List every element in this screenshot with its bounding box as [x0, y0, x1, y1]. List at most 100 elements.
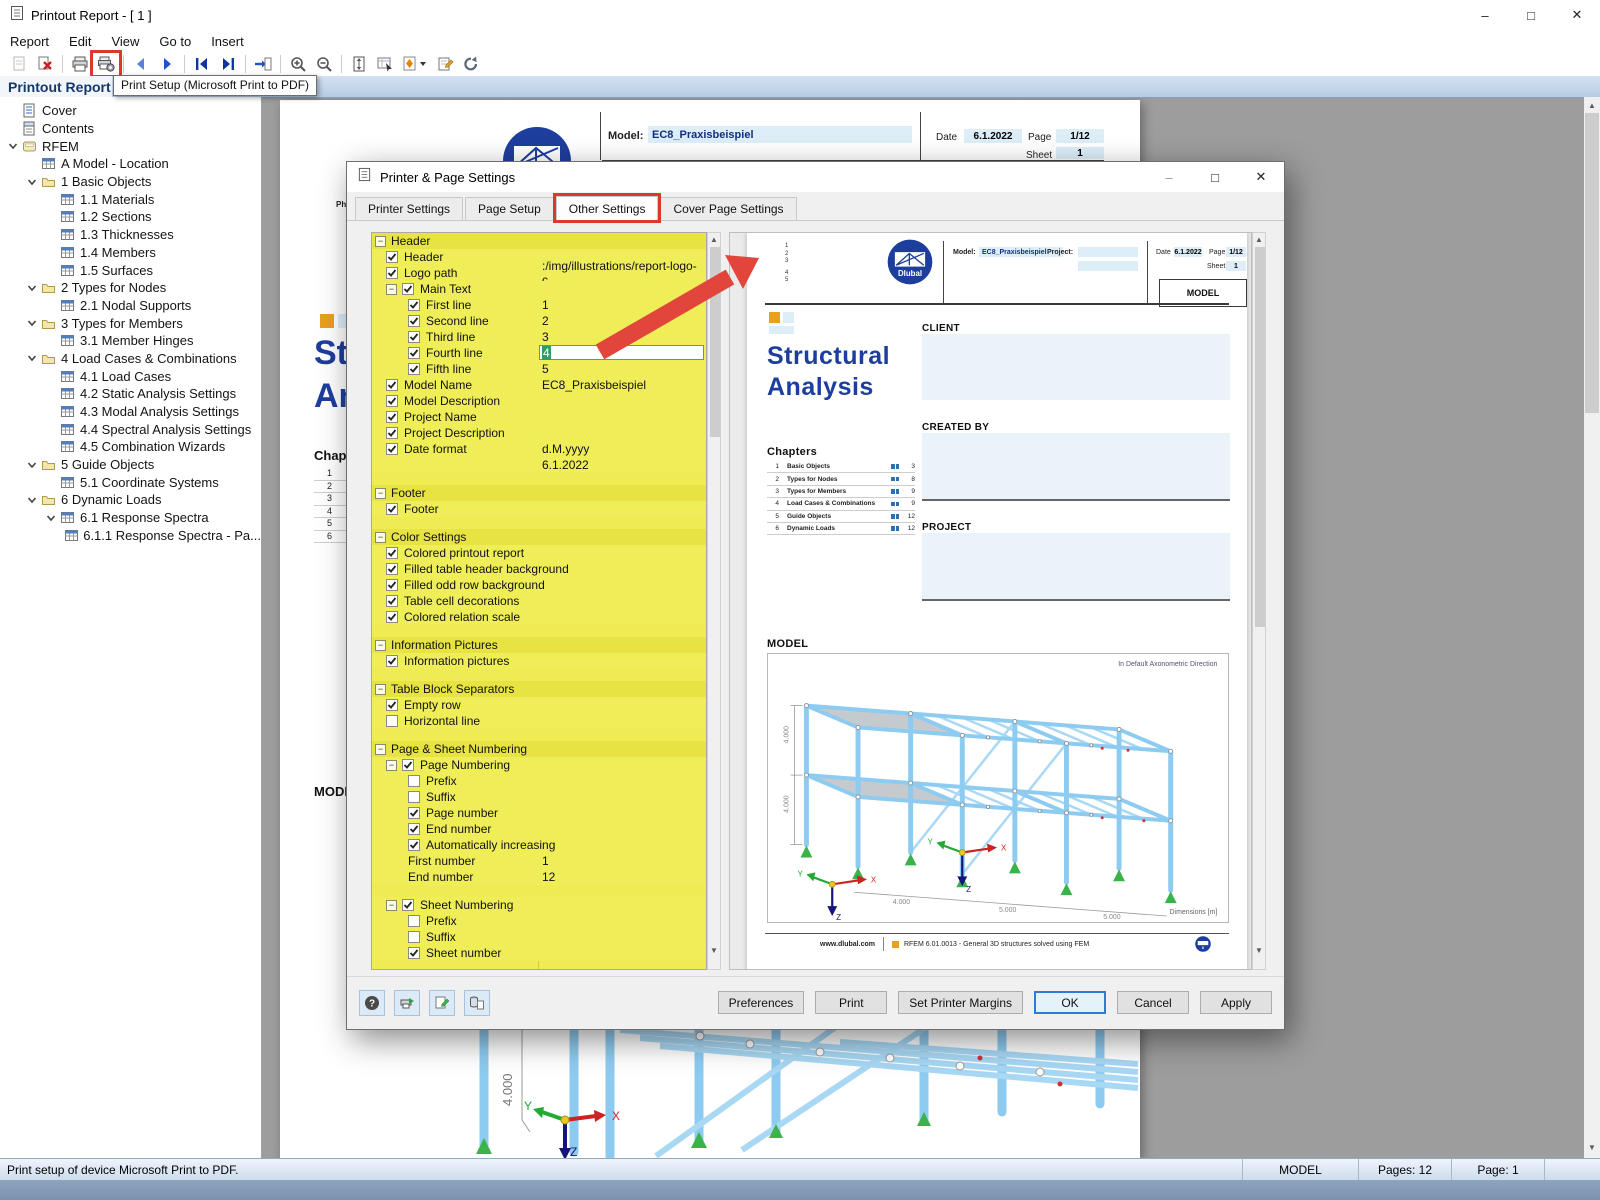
- tree-item-4-1-load-cases[interactable]: 4.1 Load Cases: [0, 367, 261, 385]
- tree-item-1-2-sections[interactable]: 1.2 Sections: [0, 208, 261, 226]
- tab-page-setup[interactable]: Page Setup: [465, 197, 554, 220]
- tree-item-1-4-members[interactable]: 1.4 Members: [0, 244, 261, 262]
- chevron-down-icon[interactable]: [25, 495, 39, 505]
- scroll-up-arrow[interactable]: ▲: [1584, 97, 1600, 113]
- close-button[interactable]: ✕: [1554, 0, 1600, 30]
- menu-view[interactable]: View: [101, 32, 149, 51]
- checkbox-checked[interactable]: [386, 395, 398, 407]
- open-preview-button[interactable]: [6, 53, 32, 75]
- settings-row-end-number[interactable]: End number12: [372, 869, 706, 885]
- tree-item-4-5-combination-wizards[interactable]: 4.5 Combination Wizards: [0, 438, 261, 456]
- help-button[interactable]: ?: [359, 990, 385, 1016]
- tree-item-1-basic-objects[interactable]: 1 Basic Objects: [0, 173, 261, 191]
- tree-item-3-types-for-members[interactable]: 3 Types for Members: [0, 314, 261, 332]
- settings-section-color-settings[interactable]: −Color Settings: [372, 529, 706, 545]
- collapse-icon[interactable]: −: [375, 684, 386, 695]
- checkbox-checked[interactable]: [386, 655, 398, 667]
- scroll-thumb[interactable]: [1255, 247, 1265, 627]
- settings-row-second-line[interactable]: Second line2: [372, 313, 706, 329]
- collapse-icon[interactable]: −: [386, 284, 397, 295]
- settings-section-information-pictures[interactable]: −Information Pictures: [372, 637, 706, 653]
- settings-row-main-text[interactable]: −Main Text: [372, 281, 706, 297]
- print-button[interactable]: [67, 53, 93, 75]
- setting-value[interactable]: 5: [542, 361, 549, 377]
- checkbox-checked[interactable]: [386, 503, 398, 515]
- menu-report[interactable]: Report: [0, 32, 59, 51]
- settings-row-sheet-number[interactable]: Sheet number: [372, 945, 706, 961]
- first-page-button[interactable]: [189, 53, 215, 75]
- collapse-icon[interactable]: −: [375, 640, 386, 651]
- settings-scrollbar[interactable]: ▲ ▼: [707, 232, 721, 970]
- preferences-button[interactable]: Preferences: [718, 991, 805, 1014]
- chevron-down-icon[interactable]: [44, 513, 58, 523]
- settings-row-model-description[interactable]: Model Description: [372, 393, 706, 409]
- settings-row-end-number[interactable]: End number: [372, 821, 706, 837]
- checkbox-checked[interactable]: [402, 759, 414, 771]
- settings-row-fourth-line[interactable]: Fourth line4: [372, 345, 706, 361]
- printer-options-button[interactable]: [394, 990, 420, 1016]
- setting-value[interactable]: 6.1.2022: [542, 457, 589, 473]
- tab-printout-report[interactable]: Printout Report: [0, 76, 112, 97]
- zoom-in-button[interactable]: [285, 53, 311, 75]
- settings-row-horizontal-line[interactable]: Horizontal line: [372, 713, 706, 729]
- checkbox-checked[interactable]: [386, 595, 398, 607]
- checkbox-checked[interactable]: [386, 251, 398, 263]
- checkbox-checked[interactable]: [408, 363, 420, 375]
- settings-row-filled-table-header-background[interactable]: Filled table header background: [372, 561, 706, 577]
- scroll-down-arrow[interactable]: ▼: [708, 944, 720, 957]
- dialog-close-button[interactable]: ✕: [1238, 162, 1284, 192]
- checkbox-checked[interactable]: [408, 315, 420, 327]
- settings-row-first-number[interactable]: First number1: [372, 853, 706, 869]
- settings-row-suffix[interactable]: Suffix: [372, 789, 706, 805]
- settings-row-project-name[interactable]: Project Name: [372, 409, 706, 425]
- refresh-button[interactable]: [458, 53, 484, 75]
- tree-item-5-guide-objects[interactable]: 5 Guide Objects: [0, 456, 261, 474]
- last-page-button[interactable]: [215, 53, 241, 75]
- maximize-button[interactable]: □: [1508, 0, 1554, 30]
- settings-row-value[interactable]: 6.1.2022: [372, 457, 706, 473]
- settings-section-footer[interactable]: −Footer: [372, 485, 706, 501]
- value-edit-field[interactable]: 4: [539, 345, 704, 360]
- scroll-thumb[interactable]: [710, 247, 720, 437]
- print-setup-button[interactable]: [93, 53, 119, 75]
- scroll-up-arrow[interactable]: ▲: [708, 233, 720, 246]
- checkbox-unchecked[interactable]: [408, 931, 420, 943]
- checkbox-checked[interactable]: [386, 411, 398, 423]
- collapse-icon[interactable]: −: [386, 900, 397, 911]
- settings-row-automatically-increasing[interactable]: Automatically increasing: [372, 837, 706, 853]
- fit-page-button[interactable]: [346, 53, 372, 75]
- settings-row-third-line[interactable]: Third line3: [372, 329, 706, 345]
- checkbox-unchecked[interactable]: [408, 775, 420, 787]
- dialog-maximize-button[interactable]: □: [1192, 162, 1238, 192]
- checkbox-checked[interactable]: [408, 839, 420, 851]
- collapse-icon[interactable]: −: [375, 488, 386, 499]
- next-page-button[interactable]: [154, 53, 180, 75]
- export-menu-button[interactable]: [398, 53, 432, 75]
- collapse-icon[interactable]: −: [375, 532, 386, 543]
- checkbox-checked[interactable]: [386, 427, 398, 439]
- tree-item-5-1-coordinate-systems[interactable]: 5.1 Coordinate Systems: [0, 473, 261, 491]
- tree-item-2-1-nodal-supports[interactable]: 2.1 Nodal Supports: [0, 297, 261, 315]
- checkbox-checked[interactable]: [386, 579, 398, 591]
- prev-page-button[interactable]: [128, 53, 154, 75]
- tab-printer-settings[interactable]: Printer Settings: [355, 197, 463, 220]
- set-printer-margins-button[interactable]: Set Printer Margins: [898, 991, 1023, 1014]
- ok-button[interactable]: OK: [1034, 991, 1106, 1014]
- tab-cover-page-settings[interactable]: Cover Page Settings: [660, 197, 796, 220]
- checkbox-checked[interactable]: [408, 823, 420, 835]
- setting-value[interactable]: 12: [542, 869, 555, 885]
- menu-edit[interactable]: Edit: [59, 32, 101, 51]
- chevron-down-icon[interactable]: [25, 283, 39, 293]
- checkbox-checked[interactable]: [386, 379, 398, 391]
- tree-item-contents[interactable]: Contents: [0, 120, 261, 138]
- collapse-icon[interactable]: −: [375, 744, 386, 755]
- zoom-out-button[interactable]: [311, 53, 337, 75]
- settings-row-empty-row[interactable]: Empty row: [372, 697, 706, 713]
- settings-row-table-cell-decorations[interactable]: Table cell decorations: [372, 593, 706, 609]
- collapse-icon[interactable]: −: [386, 760, 397, 771]
- tree-item-4-4-spectral-analysis-settings[interactable]: 4.4 Spectral Analysis Settings: [0, 420, 261, 438]
- settings-row-first-line[interactable]: First line1: [372, 297, 706, 313]
- settings-section-table-block-separators[interactable]: −Table Block Separators: [372, 681, 706, 697]
- setting-value[interactable]: :/img/illustrations/report-logo-c...: [542, 265, 706, 281]
- settings-row-colored-relation-scale[interactable]: Colored relation scale: [372, 609, 706, 625]
